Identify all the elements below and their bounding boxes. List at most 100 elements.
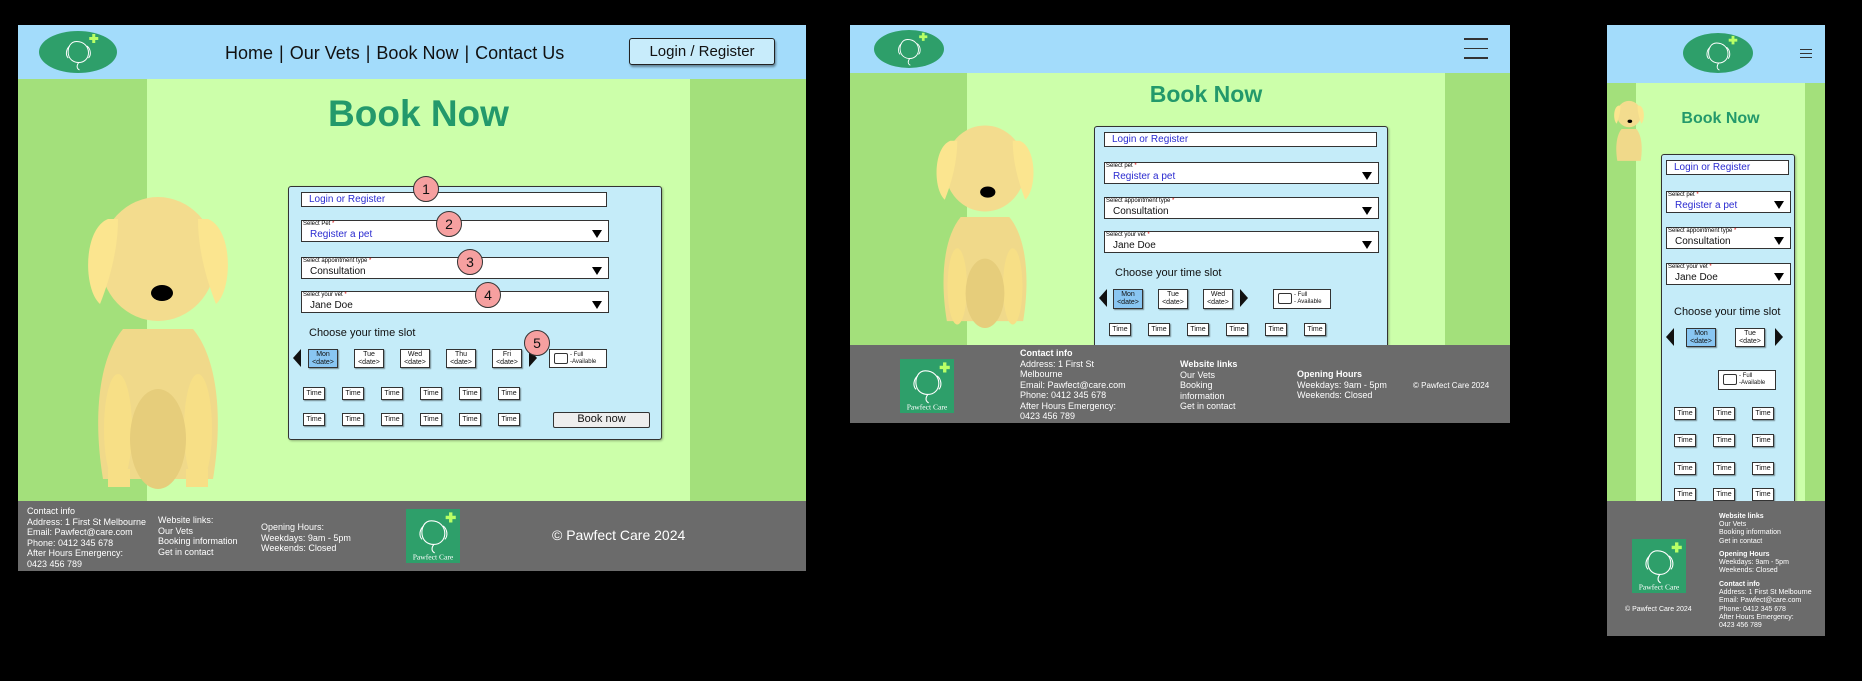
time-slot[interactable]: Time xyxy=(459,387,481,400)
day-tue[interactable]: Tue <date> xyxy=(1158,289,1188,309)
footer-link-booking[interactable]: Booking xyxy=(1180,380,1213,390)
time-slot[interactable]: Time xyxy=(1713,407,1735,420)
main-nav: Home | Our Vets | Book Now | Contact Us xyxy=(225,43,564,64)
day-thu[interactable]: Thu <date> xyxy=(446,349,476,368)
appointment-value: Consultation xyxy=(310,266,366,277)
time-slot[interactable]: Time xyxy=(498,387,520,400)
time-slot[interactable]: Time xyxy=(1713,488,1735,501)
day-wed[interactable]: Wed <date> xyxy=(1203,289,1233,309)
footer-link-contact[interactable]: Get in contact xyxy=(1719,538,1762,545)
time-slot[interactable]: Time xyxy=(1304,323,1326,336)
footer-link-vets[interactable]: Our Vets xyxy=(1180,370,1215,380)
footer: Pawfect Care © Pawfect Care 2024 Website… xyxy=(1607,501,1825,636)
footer-hours: Opening Hours Weekdays: 9am - 5pm Weeken… xyxy=(1719,551,1789,575)
time-slot[interactable]: Time xyxy=(303,387,325,400)
tablet-view: Book Now Login or Register Select pet * … xyxy=(850,25,1510,423)
appointment-type-select[interactable]: Select appointment type * Consultation xyxy=(301,257,609,279)
day-wed[interactable]: Wed <date> xyxy=(400,349,430,368)
time-slot[interactable]: Time xyxy=(420,387,442,400)
svg-text:Pawfect Care: Pawfect Care xyxy=(413,553,454,562)
nav-home[interactable]: Home xyxy=(225,43,273,63)
day-mon[interactable]: Mon <date> xyxy=(1686,328,1716,347)
nav-book-now[interactable]: Book Now xyxy=(376,43,458,63)
book-now-button[interactable]: Book now xyxy=(553,412,650,428)
day-fri[interactable]: Fri <date> xyxy=(492,349,522,368)
day-mon[interactable]: Mon <date> xyxy=(1113,289,1143,309)
logo[interactable] xyxy=(39,31,117,73)
hamburger-menu-icon[interactable] xyxy=(1800,49,1812,58)
vet-select[interactable]: Select your vet * Jane Doe xyxy=(1666,263,1791,285)
footer-link-booking[interactable]: Booking information xyxy=(1719,529,1781,536)
time-slot[interactable]: Time xyxy=(1674,434,1696,447)
header xyxy=(850,25,1510,73)
login-field[interactable]: Login or Register xyxy=(1666,160,1789,175)
nav-our-vets[interactable]: Our Vets xyxy=(290,43,360,63)
time-slot[interactable]: Time xyxy=(1674,488,1696,501)
prev-week-arrow[interactable] xyxy=(293,349,301,367)
time-slot[interactable]: Time xyxy=(1752,407,1774,420)
day-tue[interactable]: Tue <date> xyxy=(354,349,384,368)
time-slot[interactable]: Time xyxy=(420,413,442,426)
time-slot[interactable]: Time xyxy=(1109,323,1131,336)
speech-bubble-icon xyxy=(1723,374,1737,385)
time-slot[interactable]: Time xyxy=(1226,323,1248,336)
time-slot[interactable]: Time xyxy=(342,387,364,400)
time-slot[interactable]: Time xyxy=(1187,323,1209,336)
chevron-down-icon xyxy=(1774,201,1784,209)
logo[interactable] xyxy=(874,30,944,68)
login-field[interactable]: Login or Register xyxy=(1104,132,1377,147)
mobile-view: Book Now Login or Register Select pet * … xyxy=(1607,25,1825,636)
time-slot[interactable]: Time xyxy=(1674,462,1696,475)
login-field[interactable]: Login or Register xyxy=(301,192,607,207)
vet-select[interactable]: Select your vet * Jane Doe xyxy=(301,291,609,313)
appointment-type-select[interactable]: Select appointment type * Consultation xyxy=(1666,227,1791,249)
time-slot[interactable]: Time xyxy=(1265,323,1287,336)
hamburger-menu-icon[interactable] xyxy=(1464,38,1488,59)
page-title: Book Now xyxy=(1149,81,1263,107)
header xyxy=(1607,25,1825,83)
login-register-button[interactable]: Login / Register xyxy=(629,38,775,65)
pet-select[interactable]: Select pet * Register a pet xyxy=(1666,191,1791,213)
time-slot[interactable]: Time xyxy=(1148,323,1170,336)
time-slot[interactable]: Time xyxy=(342,413,364,426)
time-slot[interactable]: Time xyxy=(1674,407,1696,420)
time-slot[interactable]: Time xyxy=(1713,434,1735,447)
footer-link-booking[interactable]: Booking information xyxy=(158,536,238,546)
footer-hours: Opening Hours Weekdays: 9am - 5pm Weeken… xyxy=(1297,369,1387,400)
footer-link-vets[interactable]: Our Vets xyxy=(158,526,193,536)
time-slot[interactable]: Time xyxy=(1752,434,1774,447)
time-slot[interactable]: Time xyxy=(498,413,520,426)
main-content: Book Now Login or Register Select Pet * … xyxy=(18,79,806,501)
timeslot-heading: Choose your time slot xyxy=(309,327,416,339)
time-slot[interactable]: Time xyxy=(1713,462,1735,475)
appointment-type-select[interactable]: Select appointment type * Consultation xyxy=(1104,197,1379,219)
day-tue[interactable]: Tue <date> xyxy=(1735,328,1765,347)
logo[interactable] xyxy=(1683,33,1753,73)
time-slot[interactable]: Time xyxy=(459,413,481,426)
time-slot[interactable]: Time xyxy=(1752,488,1774,501)
footer-links: Website links Our Vets Booking informati… xyxy=(1719,513,1781,545)
pet-value: Register a pet xyxy=(310,229,373,240)
header: Home | Our Vets | Book Now | Contact Us Login … xyxy=(18,25,806,79)
nav-contact-us[interactable]: Contact Us xyxy=(475,43,564,63)
prev-week-arrow[interactable] xyxy=(1666,328,1674,346)
footer: Pawfect Care Contact info Address: 1 Fir… xyxy=(850,345,1510,423)
footer-link-vets[interactable]: Our Vets xyxy=(1719,521,1746,528)
day-mon[interactable]: Mon <date> xyxy=(308,349,338,368)
pet-select[interactable]: Select pet * Register a pet xyxy=(1104,162,1379,184)
prev-week-arrow[interactable] xyxy=(1099,289,1107,307)
vet-value: Jane Doe xyxy=(310,300,353,311)
vet-select[interactable]: Select your vet * Jane Doe xyxy=(1104,231,1379,253)
time-slot[interactable]: Time xyxy=(303,413,325,426)
next-week-arrow[interactable] xyxy=(1240,289,1248,307)
time-slot[interactable]: Time xyxy=(1752,462,1774,475)
chevron-down-icon xyxy=(1362,241,1372,249)
time-slot[interactable]: Time xyxy=(381,387,403,400)
footer-link-contact[interactable]: Get in contact xyxy=(158,547,214,557)
footer-link-contact[interactable]: Get in contact xyxy=(1180,401,1236,411)
nav-separator: | xyxy=(279,43,284,63)
availability-legend: - Full -Available xyxy=(549,349,607,368)
timeslot-heading: Choose your time slot xyxy=(1674,306,1781,318)
time-slot[interactable]: Time xyxy=(381,413,403,426)
next-week-arrow[interactable] xyxy=(1775,328,1783,346)
